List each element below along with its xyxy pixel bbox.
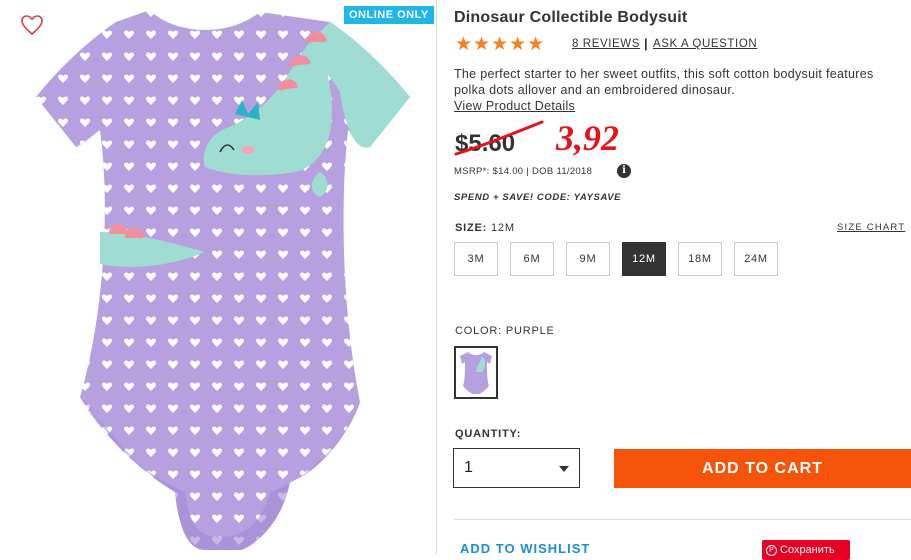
product-title: Dinosaur Collectible Bodysuit	[454, 9, 688, 26]
color-swatch-purple[interactable]	[454, 346, 498, 399]
product-description: The perfect starter to her sweet outfits…	[454, 67, 874, 97]
size-option-18m[interactable]: 18M	[678, 242, 722, 276]
link-separator: |	[644, 36, 648, 51]
bodysuit-image[interactable]	[30, 2, 430, 552]
reviews-link[interactable]: 8 REVIEWS	[572, 38, 640, 50]
size-label-text: SIZE:	[455, 222, 488, 234]
pinterest-save-button[interactable]: P Сохранить	[762, 540, 850, 560]
view-details-link[interactable]: View Product Details	[454, 99, 575, 113]
size-option-12m[interactable]: 12M	[622, 242, 666, 276]
color-label: COLOR: PURPLE	[455, 325, 555, 337]
size-option-24m[interactable]: 24M	[734, 242, 778, 276]
product-image-pane: ONLINE ONLY	[0, 0, 437, 555]
info-icon[interactable]: i	[617, 164, 631, 178]
promo-code: SPEND + SAVE! CODE: YAYSAVE	[454, 192, 622, 203]
add-to-wishlist-link[interactable]: ADD TO WISHLIST	[460, 541, 590, 556]
pinterest-save-label: Сохранить	[780, 544, 835, 556]
pinterest-icon: P	[766, 544, 777, 556]
quantity-value: 1	[464, 459, 473, 476]
quantity-select[interactable]: 1	[453, 448, 580, 488]
bodysuit-thumbnail-icon	[460, 352, 492, 394]
handwritten-new-price: 3,92	[556, 118, 619, 158]
size-option-3m[interactable]: 3M	[454, 242, 498, 276]
quantity-label: QUANTITY:	[455, 428, 522, 440]
msrp-text: MSRP*: $14.00 | DOB 11/2018	[454, 166, 593, 177]
size-option-6m[interactable]: 6M	[510, 242, 554, 276]
chevron-down-icon	[559, 466, 569, 472]
size-option-9m[interactable]: 9M	[566, 242, 610, 276]
size-chart-link[interactable]: SIZE CHART	[837, 222, 905, 233]
size-label: SIZE: 12M	[455, 222, 515, 234]
rating-stars[interactable]: ★★★★★	[455, 33, 545, 56]
ask-question-link[interactable]: ASK A QUESTION	[653, 38, 757, 50]
divider	[454, 519, 911, 520]
add-to-cart-button[interactable]: ADD TO CART	[614, 449, 911, 488]
strikethrough-mark	[454, 120, 544, 156]
size-selected-value: 12M	[490, 222, 515, 234]
